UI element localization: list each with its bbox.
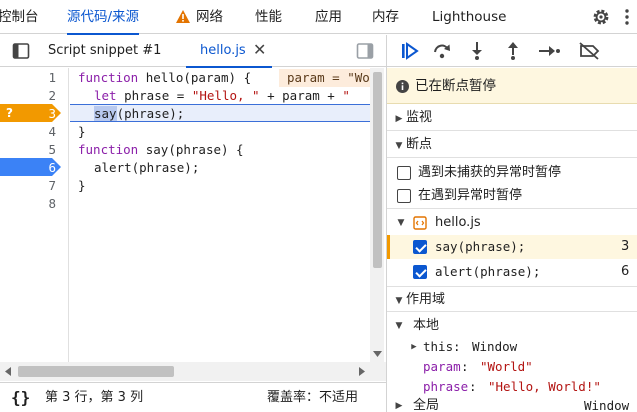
info-icon (396, 80, 409, 93)
editor-status-bar: {} 第 3 行，第 3 列 覆盖率：不适用 (0, 382, 386, 412)
line-number: 7 (48, 178, 56, 193)
tab-lighthouse[interactable]: Lighthouse (432, 0, 506, 34)
scope-item-param[interactable]: param : "World" (387, 357, 637, 377)
horizontal-scroll-thumb[interactable] (18, 366, 174, 377)
scope-key: param (423, 359, 461, 374)
vertical-scroll-thumb[interactable] (373, 72, 382, 268)
expand-down-icon: ▼ (395, 141, 403, 151)
tab-application[interactable]: 应用 (315, 0, 342, 34)
pause-uncaught-checkbox[interactable] (397, 166, 411, 180)
debugger-toggle-icon[interactable] (356, 42, 374, 60)
scope-value: "World" (480, 359, 533, 374)
scope-item-this[interactable]: ▶ this : Window (387, 337, 637, 357)
scroll-left-icon[interactable] (4, 367, 12, 376)
breakpoint-file-group[interactable]: ▼ hello.js (387, 211, 637, 235)
js-file-icon (413, 216, 427, 230)
debugger-sidebar: 已在断点暂停 ▶ 监视 ▼ 断点 遇到未捕获的异常时暂停 在遇到异常时暂停 ▼ he… (386, 35, 637, 412)
tab-memory[interactable]: 内存 (372, 0, 399, 34)
step-over-icon[interactable] (432, 41, 452, 61)
navigator-toggle-icon[interactable] (12, 42, 30, 60)
tab-network[interactable]: 网络 (196, 0, 223, 34)
code-editor[interactable]: ? 1 2 3 4 5 6 7 8 function hello(param) … (0, 68, 386, 381)
scope-global-header[interactable]: ▶ 全局 Window (387, 397, 637, 412)
code-line-3: say(phrase); (94, 106, 185, 121)
scope-value: Window (472, 339, 518, 354)
tab-console[interactable]: 控制台 (0, 0, 39, 34)
line-number: 5 (48, 142, 56, 157)
line-number: 2 (48, 88, 56, 103)
expand-down-icon: ▼ (397, 218, 405, 228)
scroll-right-icon[interactable] (358, 367, 366, 376)
line-number: 4 (48, 124, 56, 139)
step-into-icon[interactable] (467, 41, 487, 61)
inline-variable-value: param = "World" (279, 69, 370, 87)
pretty-print-icon[interactable]: {} (11, 383, 30, 412)
tab-sources[interactable]: 源代码/来源 (67, 0, 140, 35)
expand-right-icon: ▶ (395, 114, 403, 124)
paused-banner: 已在断点暂停 (387, 68, 637, 104)
scroll-down-icon[interactable] (373, 350, 382, 358)
expand-right-icon: ▶ (411, 342, 417, 352)
scope-key: this (423, 339, 454, 354)
line-number: 1 (48, 70, 56, 85)
resume-icon[interactable] (399, 41, 419, 61)
coverage-status: 覆盖率：不适用 (267, 390, 359, 405)
breakpoint-checkbox[interactable] (413, 265, 427, 279)
tab-performance[interactable]: 性能 (255, 0, 282, 34)
expand-right-icon: ▶ (395, 401, 403, 411)
code-line-1: function hello(param) { (78, 70, 252, 85)
pause-caught-option[interactable]: 在遇到异常时暂停 (387, 184, 637, 209)
deactivate-breakpoints-icon[interactable] (577, 41, 601, 61)
debugger-toolbar (387, 35, 637, 67)
editor-file-tabbar: Script snippet #1 hello.js (0, 35, 386, 68)
expand-down-icon: ▼ (395, 321, 403, 331)
line-number: 3 (48, 106, 56, 121)
warning-icon (176, 10, 190, 23)
pause-uncaught-option[interactable]: 遇到未捕获的异常时暂停 (387, 161, 637, 185)
line-number: 6 (48, 160, 56, 175)
expand-down-icon: ▼ (395, 296, 403, 306)
paused-status-text: 已在断点暂停 (415, 78, 496, 94)
code-line-4: } (78, 124, 86, 139)
active-breakpoint-indicator (387, 235, 390, 259)
code-line-2: let phrase = "Hello, " + param + " (94, 88, 350, 103)
more-options-icon[interactable] (625, 9, 629, 25)
code-line-6: alert(phrase); (94, 160, 200, 175)
line-number: 8 (48, 196, 56, 211)
close-tab-icon[interactable]: ✕ (253, 41, 266, 59)
scope-item-phrase[interactable]: phrase : "Hello, World!" (387, 377, 637, 397)
breakpoint-checkbox[interactable] (413, 240, 427, 254)
line-gutter: ? 1 2 3 4 5 6 7 8 (0, 68, 69, 362)
file-tab-snippet[interactable]: Script snippet #1 (48, 35, 161, 67)
step-icon[interactable] (537, 41, 561, 61)
gear-icon[interactable] (591, 7, 611, 27)
scope-value: "Hello, World!" (488, 379, 601, 394)
scope-key: phrase (423, 379, 469, 394)
watch-section-header[interactable]: ▶ 监视 (387, 105, 637, 131)
pause-caught-checkbox[interactable] (397, 189, 411, 203)
code-line-7: } (78, 178, 86, 193)
scope-section-header[interactable]: ▼ 作用域 (387, 286, 637, 312)
file-tab-hello-js[interactable]: hello.js (186, 35, 272, 68)
breakpoints-section-header[interactable]: ▼ 断点 (387, 132, 637, 158)
step-out-icon[interactable] (503, 41, 523, 61)
code-line-5: function say(phrase) { (78, 142, 244, 157)
cursor-position: 第 3 行，第 3 列 (45, 390, 144, 405)
scope-local-header[interactable]: ▼ 本地 (387, 314, 637, 338)
breakpoint-item[interactable]: say(phrase); 3 (387, 235, 637, 259)
breakpoint-item[interactable]: alert(phrase); 6 (387, 260, 637, 284)
devtools-top-tabbar: 控制台 源代码/来源 网络 性能 应用 内存 Lighthouse (0, 0, 637, 35)
